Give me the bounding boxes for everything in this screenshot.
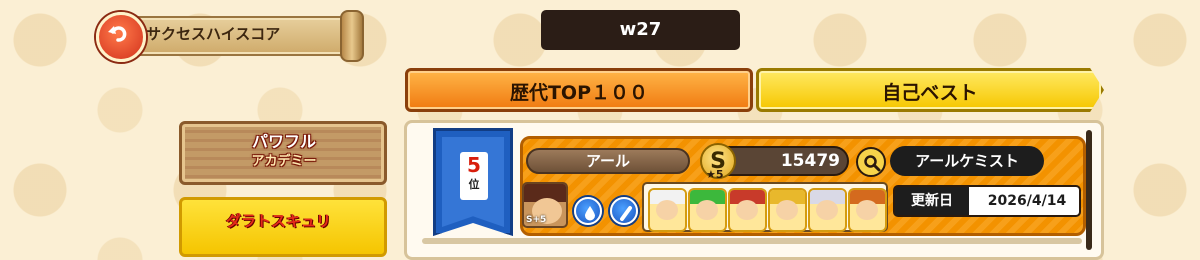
score-value: 15479	[780, 151, 840, 171]
rank-number: 5	[467, 153, 481, 177]
member-card[interactable]	[688, 188, 727, 232]
team-name-badge: アールケミスト	[890, 146, 1044, 176]
member-card-face	[856, 200, 878, 220]
academy-logo: パワフル アカデミー	[222, 132, 346, 176]
scroll-roll	[340, 10, 364, 62]
academy-logo-line1: パワフル	[251, 132, 316, 151]
drop-icon[interactable]	[574, 197, 602, 225]
update-label: 更新日	[895, 187, 969, 215]
player-name: アール	[526, 148, 690, 174]
tab-personal-best[interactable]: 自己ベスト	[756, 68, 1104, 112]
member-card-face	[696, 200, 718, 220]
member-card[interactable]	[728, 188, 767, 232]
update-date-box: 更新日 2026/4/14	[893, 185, 1081, 217]
tab-top100[interactable]: 歴代TOP１００	[405, 68, 753, 112]
member-card[interactable]	[648, 188, 687, 232]
update-date: 2026/4/14	[987, 193, 1067, 209]
rank-badge: 5 位	[460, 152, 488, 200]
member-card[interactable]	[808, 188, 847, 232]
avatar-level: S+5	[526, 215, 547, 225]
member-card-face	[656, 200, 678, 220]
next-ranking-row[interactable]	[422, 238, 1082, 244]
member-card-face	[776, 200, 798, 220]
user-id-label: w27	[541, 10, 740, 50]
rank-suffix: 位	[468, 178, 480, 191]
member-card[interactable]	[768, 188, 807, 232]
academy-logo-line2: アカデミー	[251, 154, 317, 169]
list-scrollbar[interactable]	[1086, 130, 1092, 250]
back-arrow-icon[interactable]	[96, 12, 146, 62]
bat-icon[interactable]	[610, 197, 638, 225]
rank-stars: ★5	[706, 168, 724, 181]
dramatic-logo: ダラトスキュリ	[226, 212, 332, 230]
member-card-face	[736, 200, 758, 220]
back-scroll-button[interactable]: サクセスハイスコア	[96, 10, 364, 62]
menu-academy-button[interactable]: パワフル アカデミー	[179, 121, 387, 185]
screen-title: サクセスハイスコア	[146, 25, 281, 43]
member-card-face	[816, 200, 838, 220]
team-member-cards[interactable]	[642, 182, 888, 232]
member-card[interactable]	[848, 188, 887, 232]
avatar[interactable]: S+5	[522, 182, 568, 228]
magnify-icon[interactable]	[856, 147, 886, 177]
menu-dramatic-button[interactable]: ダラトスキュリ	[179, 197, 387, 257]
